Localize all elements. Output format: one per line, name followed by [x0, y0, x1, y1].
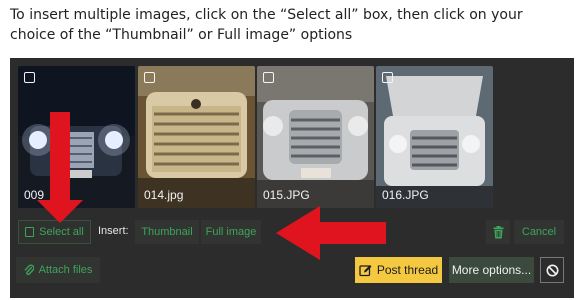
insert-thumbnail-button[interactable]: Thumbnail — [135, 220, 199, 244]
trash-icon — [493, 225, 503, 238]
attach-files-button[interactable]: Attach files — [16, 257, 100, 283]
delete-button[interactable] — [486, 220, 510, 244]
thumbnail-checkbox[interactable] — [24, 72, 35, 83]
thumbnail-checkbox[interactable] — [144, 72, 155, 83]
select-all-button[interactable]: Select all — [18, 220, 91, 244]
ban-button[interactable] — [540, 257, 564, 283]
thumbnail-image-4[interactable]: 016.JPG — [376, 66, 493, 208]
paperclip-icon — [24, 264, 34, 276]
thumbnail-caption: 016.JPG — [382, 188, 429, 202]
thumbnail-caption: 009 — [24, 188, 45, 202]
thumbnail-image-2[interactable]: 014.jpg — [138, 66, 255, 208]
thumbnail-caption: 014.jpg — [144, 188, 184, 202]
post-thread-button[interactable]: Post thread — [355, 257, 442, 283]
instruction-text: To insert multiple images, click on the … — [10, 7, 523, 43]
thumbnail-caption: 015.JPG — [263, 188, 310, 202]
thumbnail-image-3[interactable]: 015.JPG — [257, 66, 374, 208]
full-image-label: Full image — [205, 226, 257, 238]
thumbnail-checkbox[interactable] — [263, 72, 274, 83]
cancel-button[interactable]: Cancel — [514, 220, 564, 244]
thumbnail-image-1[interactable]: 009 — [18, 66, 135, 208]
more-options-button[interactable]: More options... — [449, 257, 534, 283]
checkbox-icon — [25, 227, 35, 237]
more-options-label: More options... — [451, 263, 532, 277]
grille-photo-015 — [257, 66, 374, 208]
attach-files-label: Attach files — [38, 264, 93, 276]
attachment-panel: 009 014.jpg 015.JPG 016.JPG Select all I… — [10, 58, 574, 298]
thumbnail-checkbox[interactable] — [382, 72, 393, 83]
edit-icon — [359, 264, 372, 276]
ban-icon — [546, 264, 558, 276]
select-all-label: Select all — [39, 226, 84, 238]
open-hood-photo-016 — [376, 66, 493, 208]
insert-full-image-button[interactable]: Full image — [201, 220, 261, 244]
grille-photo-014 — [138, 66, 255, 208]
thumbnail-label: Thumbnail — [141, 226, 193, 238]
insert-label: Insert: — [98, 225, 129, 237]
post-thread-label: Post thread — [376, 263, 439, 277]
cancel-label: Cancel — [521, 226, 557, 238]
night-car-photo — [18, 66, 135, 208]
